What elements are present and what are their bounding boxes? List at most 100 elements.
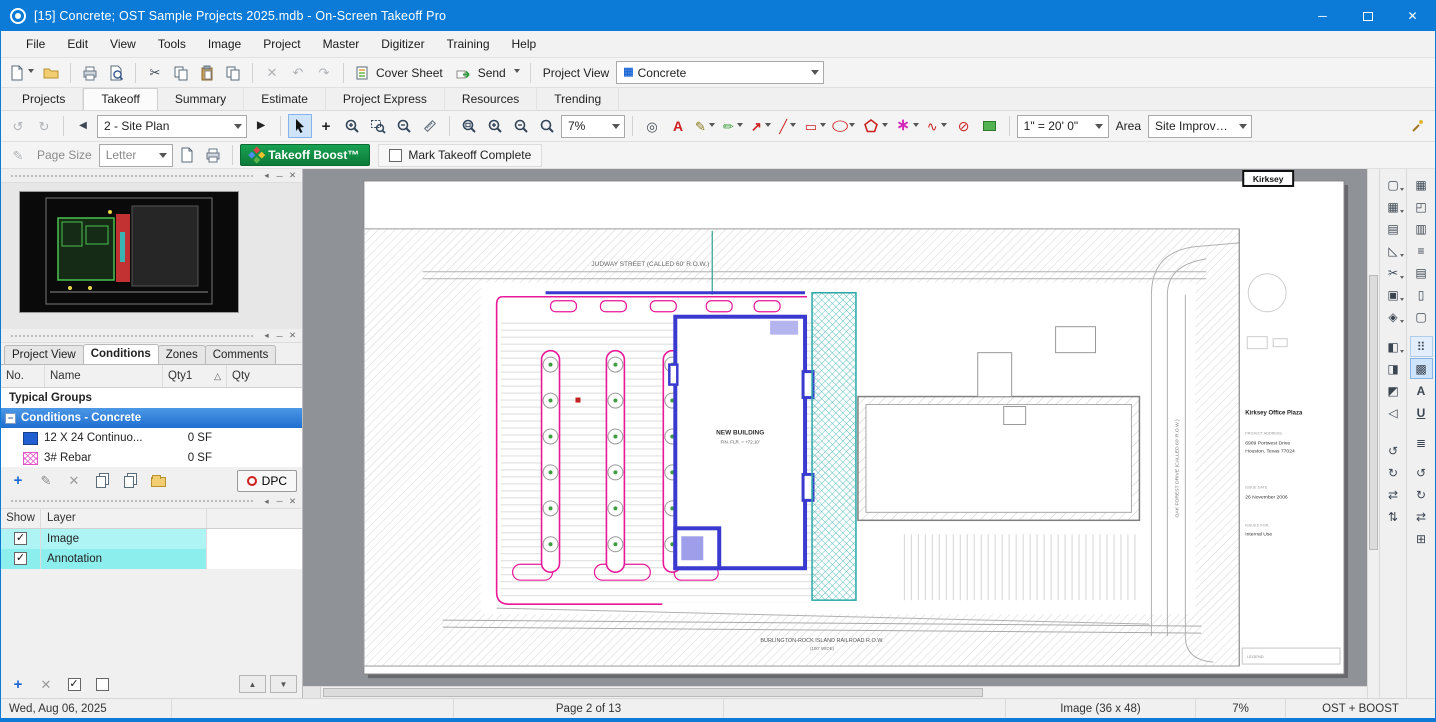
copy-button[interactable] [169,61,193,85]
delete-condition-button[interactable]: ✕ [62,470,86,492]
tab-project-express[interactable]: Project Express [326,88,445,110]
panel-pin-button[interactable]: ─ [273,330,286,342]
new-page-button[interactable] [175,143,199,167]
move-layer-down-button[interactable]: ▼ [270,675,297,693]
panel-close-button[interactable]: ✕ [286,170,299,182]
paste-special-button[interactable] [221,61,245,85]
crosshair-tool-button[interactable]: + [314,114,338,138]
flip-vertical-button[interactable]: ◨ [1382,358,1405,379]
page-size-combo-arrow[interactable] [155,145,172,166]
panel-grip[interactable] [11,174,253,177]
zoom-extents-button[interactable] [457,114,481,138]
callout-button[interactable]: ◁ [1382,402,1405,423]
tab-takeoff[interactable]: Takeoff [83,88,158,110]
drawing-vscrollbar[interactable] [1367,169,1379,698]
annotation-text-button[interactable]: A [1410,380,1433,401]
project-view-combo[interactable]: ▦ Concrete [616,61,825,84]
asterisk-dropdown[interactable] [912,122,919,130]
page-size-combo[interactable]: Letter [98,143,173,167]
zoom-out-tool-button[interactable] [392,114,416,138]
pencil-annotation-button[interactable]: ✎ [692,114,718,138]
move-layer-up-button[interactable]: ▲ [239,675,266,693]
panel-collapse-button[interactable]: ◂ [260,330,273,342]
add-condition-button[interactable]: + [6,470,30,492]
drawing-vscroll-thumb[interactable] [1369,274,1378,550]
arrow-annotation-button[interactable]: ↗ [748,114,774,138]
underline-button[interactable]: U [1410,402,1433,423]
undo-button[interactable]: ↶ [286,61,310,85]
dot-grid-toggle-button[interactable]: ⠿ [1409,336,1433,357]
polygon-dropdown[interactable] [882,122,889,130]
pencil-dropdown[interactable] [708,122,715,130]
page-combo-arrow[interactable] [229,116,246,137]
new-group-button[interactable] [146,470,170,492]
style-picker-button[interactable]: ◈ [1382,306,1405,327]
layer-row-annotation[interactable]: ✓ Annotation [1,548,302,569]
hatch-style-button[interactable]: ▦ [1382,196,1405,217]
datagrid-view-button[interactable]: ▥ [1410,218,1433,239]
document-view-button[interactable]: ▯ [1410,284,1433,305]
crop-tool-button[interactable]: ⊞ [1410,528,1433,549]
no-symbol-annotation-button[interactable]: ⊘ [952,114,976,138]
delete-layer-button[interactable]: ✕ [34,673,58,695]
pane-view-button[interactable]: ▣ [1382,284,1405,305]
takeoff-boost-button[interactable]: Takeoff Boost™ [239,144,371,166]
asterisk-annotation-button[interactable]: ∗ [893,114,921,138]
history-back-button[interactable]: ↺ [6,114,30,138]
check-all-layers-button[interactable]: ✓ [62,673,86,695]
rotate-cw-button[interactable]: ↻ [1410,484,1433,505]
worksheet-view-button[interactable]: ▦ [1410,174,1433,195]
zoom-combo[interactable]: 7% [561,114,625,138]
recenter-tool-button[interactable]: ◎ [640,114,664,138]
close-button[interactable]: ✕ [1390,1,1435,31]
menu-digitizer[interactable]: Digitizer [370,31,435,57]
duplicate-condition-button[interactable] [90,470,114,492]
send-button[interactable]: Send [453,61,523,85]
previous-page-button[interactable]: ◀ [71,114,95,138]
menu-file[interactable]: File [15,31,56,57]
area-combo[interactable]: Site Improvem [1148,114,1252,138]
rotate-ccw-button[interactable]: ↺ [1410,462,1433,483]
highlighter-dropdown[interactable] [736,122,743,130]
panel-grip[interactable] [11,500,253,502]
layer-row-image[interactable]: ✓ Image [1,528,302,549]
condition-row[interactable]: 3# Rebar 0 SF [1,448,302,468]
minimize-button[interactable]: ─ [1300,1,1345,31]
arrow-dropdown[interactable] [764,122,771,130]
column-header-no[interactable]: No. [1,365,45,387]
menu-image[interactable]: Image [197,31,252,57]
cut-button[interactable]: ✂ [143,61,167,85]
menu-tools[interactable]: Tools [147,31,197,57]
add-layer-button[interactable]: + [6,673,30,695]
measure-tool-button[interactable] [418,114,442,138]
rotate-left-button[interactable]: ↺ [1382,440,1405,461]
column-header-qty[interactable]: Qty [227,365,302,387]
edit-condition-button[interactable]: ✎ [34,470,58,492]
open-button[interactable] [39,61,63,85]
tab-comments[interactable]: Comments [204,345,277,364]
list-view-button[interactable]: ≣ [1410,432,1433,453]
panel-grip[interactable] [11,334,253,337]
print-page-button[interactable] [201,143,225,167]
scale-combo-arrow[interactable] [1091,116,1108,137]
text-annotation-button[interactable]: A [666,114,690,138]
zoom-increase-button[interactable] [483,114,507,138]
menu-help[interactable]: Help [501,31,548,57]
rectangle-annotation-button[interactable]: ▭ [802,114,829,138]
select-tool-button[interactable] [288,114,312,138]
redo-button[interactable]: ↷ [312,61,336,85]
grid-style-button[interactable]: ▤ [1382,218,1405,239]
tab-resources[interactable]: Resources [445,88,538,110]
project-view-combo-arrow[interactable] [806,62,823,83]
region-select-button[interactable]: ▢ [1410,306,1433,327]
cloud-dropdown[interactable] [940,122,947,130]
tab-trending[interactable]: Trending [537,88,620,110]
column-header-qty1[interactable]: Qty1 △ [163,365,227,387]
collapse-expander-icon[interactable]: − [5,412,16,424]
zoom-combo-arrow[interactable] [607,116,624,137]
group-row-typical-groups[interactable]: Typical Groups [1,388,302,408]
menu-edit[interactable]: Edit [56,31,99,57]
drawing-canvas[interactable]: JUDWAY STREET (CALLED 60' R.O.W.) NEW BU… [303,169,1367,686]
magic-wand-button[interactable] [1406,114,1430,138]
ellipse-dropdown[interactable] [849,122,856,130]
